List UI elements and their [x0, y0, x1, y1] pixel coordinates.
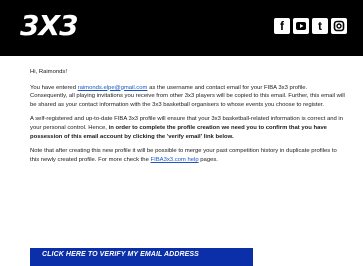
social-links: f t: [274, 18, 347, 34]
paragraph-verification: A self-registered and up-to-date FIBA 3x…: [30, 116, 344, 140]
paragraph-consequences: Consequently, all playing invitations yo…: [30, 93, 345, 108]
youtube-icon[interactable]: [293, 18, 309, 34]
paragraph-merge-note: Note that after creating this new profil…: [30, 148, 337, 163]
email-address-link[interactable]: raimonds.elpe@gmail.com: [78, 85, 148, 91]
paragraph-username-notice: You have entered raimonds.elpe@gmail.com…: [30, 84, 345, 108]
instagram-icon[interactable]: [331, 18, 347, 34]
email-header: 3X3 f t: [0, 0, 363, 56]
email-body: Hi, Raimonds! You have entered raimonds.…: [30, 68, 345, 170]
fiba-3x3-logo[interactable]: 3X3: [20, 6, 79, 46]
twitter-icon[interactable]: t: [312, 18, 328, 34]
verify-email-button[interactable]: CLICK HERE TO VERIFY MY EMAIL ADDRESS: [30, 248, 253, 266]
facebook-icon[interactable]: f: [274, 18, 290, 34]
help-link[interactable]: FIBA3x3.com help: [150, 157, 198, 163]
greeting: Hi, Raimonds!: [30, 69, 67, 75]
